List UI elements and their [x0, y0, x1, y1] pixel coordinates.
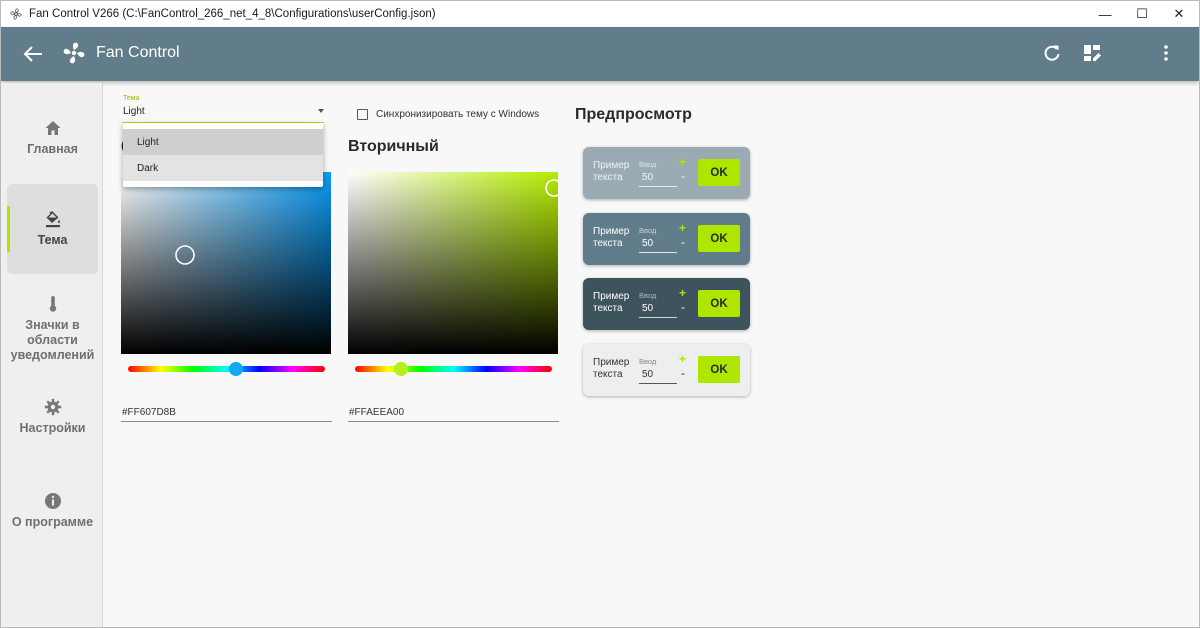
preview-ok-button[interactable]: OK [698, 225, 740, 252]
sidebar: Главная Тема Значки в области уведомлени… [1, 83, 103, 627]
preview-card: Пример текста Ввод 50 + - OK [583, 213, 750, 265]
more-vert-icon[interactable] [1155, 42, 1177, 64]
app-bar: Fan Control [1, 27, 1199, 81]
preview-minus[interactable]: - [681, 235, 685, 249]
gear-icon [44, 398, 61, 416]
app-title: Fan Control [96, 44, 180, 61]
app-window: Fan Control V266 (C:\FanControl_266_net_… [0, 0, 1200, 628]
checkbox[interactable] [357, 109, 368, 120]
title-bar: Fan Control V266 (C:\FanControl_266_net_… [1, 1, 1199, 27]
preview-text: Пример текста [593, 226, 630, 249]
preview-card: Пример текста Ввод 50 + - OK [583, 147, 750, 199]
preview-input-label: Ввод [639, 291, 657, 300]
preview-ok-button[interactable]: OK [698, 290, 740, 317]
preview-input-underline [639, 186, 677, 187]
primary-color-area[interactable] [121, 172, 331, 354]
preview-text: Пример текста [593, 357, 630, 380]
theme-option-dark[interactable]: Dark [123, 155, 323, 181]
preview-input-value[interactable]: 50 [642, 238, 653, 249]
preview-minus[interactable]: - [681, 169, 685, 183]
preview-minus[interactable]: - [681, 366, 685, 380]
sidebar-item-label: Значки в области уведомлений [10, 318, 95, 362]
secondary-hue-slider[interactable] [355, 366, 552, 372]
preview-input-value[interactable]: 50 [642, 369, 653, 380]
preview-plus[interactable]: + [679, 352, 686, 366]
sync-windows-theme-label: Синхронизировать тему с Windows [376, 109, 540, 120]
primary-hue-thumb[interactable] [229, 362, 243, 376]
preview-plus[interactable]: + [679, 221, 686, 235]
preview-text: Пример текста [593, 291, 630, 314]
preview-input-underline [639, 383, 677, 384]
sidebar-item-label: Тема [37, 233, 68, 247]
preview-ok-button[interactable]: OK [698, 356, 740, 383]
app-fan-icon [10, 8, 22, 20]
secondary-hex-input[interactable]: #FFAEEA00 [348, 400, 559, 422]
theme-option-light[interactable]: Light [123, 129, 323, 155]
thermometer-icon [49, 296, 56, 312]
sidebar-item-tray-icons[interactable]: Значки в области уведомлений [7, 289, 98, 369]
dropdown-arrow-icon [318, 109, 324, 113]
info-icon [44, 493, 61, 509]
theme-select-label: Тема [123, 95, 140, 102]
maximize-button[interactable]: ☐ [1123, 1, 1161, 27]
sidebar-item-theme[interactable]: Тема [7, 184, 98, 274]
primary-color-picker[interactable] [121, 172, 331, 354]
back-arrow-icon[interactable] [21, 43, 45, 65]
sidebar-item-about[interactable]: О программе [7, 481, 98, 541]
theme-select[interactable]: Тема Light [122, 95, 324, 123]
sidebar-item-settings[interactable]: Настройки [7, 387, 98, 447]
secondary-color-area[interactable] [348, 172, 558, 354]
preview-card: Пример текста Ввод 50 + - OK [583, 278, 750, 330]
secondary-color-picker[interactable] [348, 172, 558, 354]
sidebar-item-home[interactable]: Главная [7, 103, 98, 173]
secondary-header: Вторичный [348, 138, 439, 155]
sidebar-item-label: Главная [27, 142, 78, 156]
preview-plus[interactable]: + [679, 155, 686, 169]
window-title: Fan Control V266 (C:\FanControl_266_net_… [29, 8, 436, 20]
preview-input-value[interactable]: 50 [642, 172, 653, 183]
sync-windows-theme[interactable]: Синхронизировать тему с Windows [357, 109, 539, 120]
preview-input-label: Ввод [639, 160, 657, 169]
preview-input-value[interactable]: 50 [642, 303, 653, 314]
refresh-icon[interactable] [1041, 42, 1063, 64]
preview-input-underline [639, 252, 677, 253]
minimize-button[interactable]: — [1086, 1, 1124, 27]
preview-input-label: Ввод [639, 357, 657, 366]
secondary-hue-thumb[interactable] [394, 362, 408, 376]
paint-bucket-icon [45, 211, 60, 228]
home-icon [45, 121, 60, 135]
preview-input-underline [639, 317, 677, 318]
sidebar-item-label: О программе [11, 515, 94, 529]
theme-page: Тема Light Синхронизировать тему с Windo… [105, 89, 1199, 627]
dashboard-edit-icon[interactable] [1081, 42, 1103, 64]
theme-select-value: Light [123, 106, 145, 117]
preview-text: Пример текста [593, 160, 630, 183]
sidebar-item-label: Настройки [19, 421, 86, 435]
primary-hex-input[interactable]: #FF607D8B [121, 400, 332, 422]
preview-ok-button[interactable]: OK [698, 159, 740, 186]
primary-hue-slider[interactable] [128, 366, 325, 372]
fan-icon [63, 42, 85, 64]
preview-plus[interactable]: + [679, 286, 686, 300]
preview-input-label: Ввод [639, 226, 657, 235]
preview-header: Предпросмотр [575, 106, 692, 123]
preview-card: Пример текста Ввод 50 + - OK [583, 344, 750, 396]
theme-dropdown-list: Light Dark [123, 123, 323, 187]
preview-minus[interactable]: - [681, 300, 685, 314]
close-button[interactable]: ✕ [1160, 1, 1198, 27]
